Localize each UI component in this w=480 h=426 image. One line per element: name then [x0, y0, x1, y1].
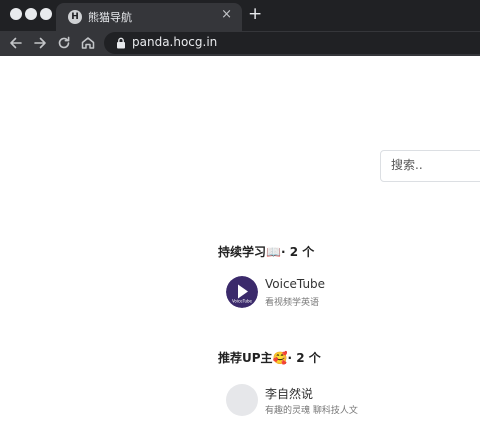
new-tab-button[interactable]: +: [248, 5, 262, 23]
forward-arrow-icon[interactable]: [31, 34, 49, 52]
close-window-button[interactable]: [10, 8, 22, 20]
browser-toolbar: panda.hocg.in: [0, 31, 480, 56]
tab-close-icon[interactable]: ×: [221, 8, 232, 22]
lock-icon: [117, 37, 125, 49]
site-description: 有趣的灵魂 聊科技人文: [265, 406, 358, 416]
voicetube-logo-icon: VoiceTube: [226, 276, 258, 308]
site-card-lizirans[interactable]: 李自然说 有趣的灵魂 聊科技人文: [226, 384, 426, 424]
page-content: 持续学习📖· 2 个 VoiceTube VoiceTube 看视频学英语 推荐…: [0, 56, 480, 426]
site-name: 李自然说: [265, 387, 314, 401]
minimize-window-button[interactable]: [25, 8, 37, 20]
search-box[interactable]: [380, 150, 480, 182]
section-count: 2 个: [289, 245, 315, 259]
search-input[interactable]: [391, 158, 480, 172]
home-icon[interactable]: [79, 34, 97, 52]
section-title-learning: 持续学习📖· 2 个: [218, 243, 314, 260]
reload-icon[interactable]: [55, 34, 73, 52]
site-card-voicetube[interactable]: VoiceTube VoiceTube 看视频学英语: [226, 276, 426, 316]
address-bar[interactable]: panda.hocg.in: [104, 32, 480, 54]
site-name: VoiceTube: [265, 277, 326, 291]
site-favicon-icon: H: [68, 10, 82, 24]
url-text: panda.hocg.in: [132, 35, 218, 49]
avatar: [226, 384, 258, 416]
section-title-text: 持续学习📖·: [218, 245, 286, 259]
section-title-text: 推荐UP主🥰·: [218, 351, 293, 365]
tab-title: 熊猫导航: [88, 11, 132, 24]
section-title-up-hosts: 推荐UP主🥰· 2 个: [218, 349, 321, 366]
maximize-window-button[interactable]: [40, 8, 52, 20]
site-description: 看视频学英语: [265, 298, 320, 308]
back-arrow-icon[interactable]: [7, 34, 25, 52]
voicetube-logo-text: VoiceTube: [232, 299, 253, 304]
section-count: 2 个: [296, 351, 321, 365]
browser-tab[interactable]: H 熊猫导航 ×: [56, 3, 242, 31]
browser-title-bar: H 熊猫导航 × +: [0, 0, 480, 31]
